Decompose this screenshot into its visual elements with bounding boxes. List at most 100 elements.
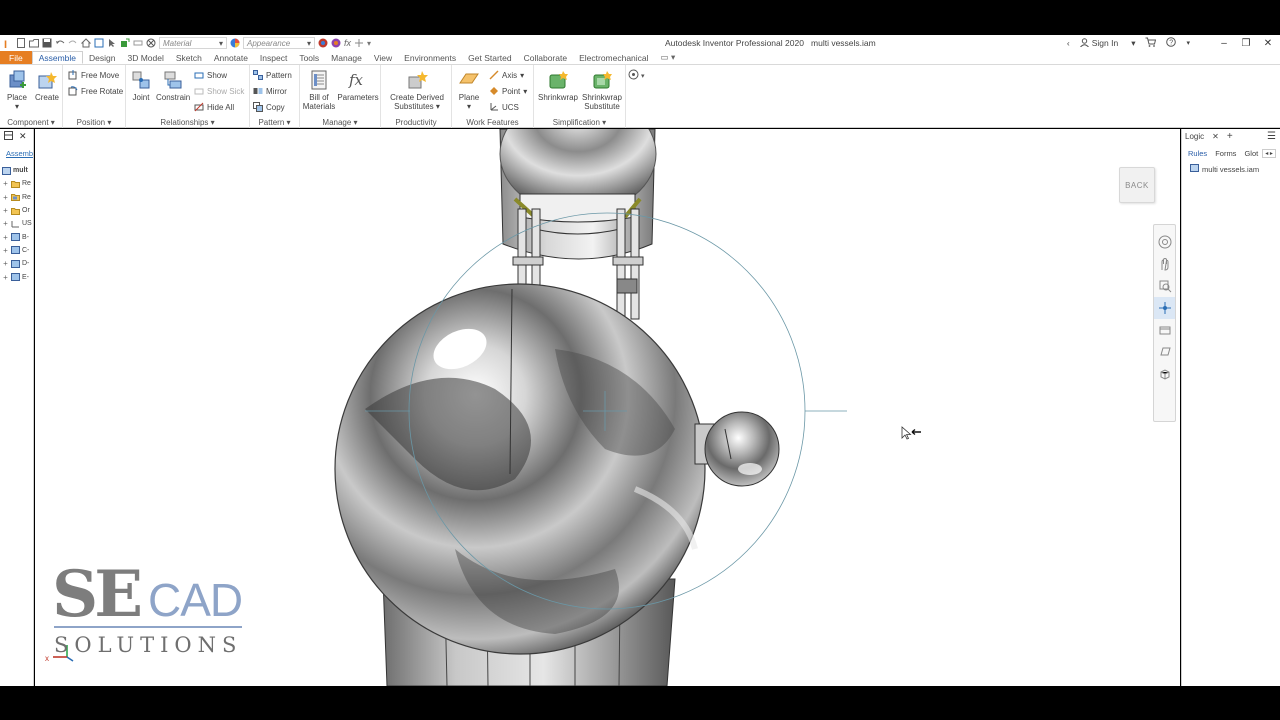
undo-icon[interactable] <box>55 38 65 48</box>
panel-position-title[interactable]: Position ▾ <box>63 118 125 127</box>
close-icon[interactable]: ✕ <box>1262 38 1274 49</box>
material-select[interactable]: Material ▾ <box>159 37 227 49</box>
cart-icon[interactable] <box>1145 37 1157 49</box>
hide-all-button[interactable]: Hide All <box>194 101 234 113</box>
pan-icon[interactable] <box>1154 253 1175 275</box>
expand-icon[interactable]: + <box>2 193 9 202</box>
close-icon[interactable]: ✕ <box>1212 132 1219 141</box>
tab-scroll-arrows-icon[interactable]: ◂ ▸ <box>1262 148 1276 158</box>
tree-node[interactable]: + Re <box>0 191 33 204</box>
minimize-icon[interactable]: – <box>1218 38 1230 49</box>
tab-global[interactable]: Glot <box>1244 149 1258 158</box>
panel-manage-title[interactable]: Manage ▾ <box>300 118 380 127</box>
ilogic-title[interactable]: Logic <box>1185 132 1204 141</box>
adjust-appearance-icon[interactable] <box>318 38 328 48</box>
tab-sketch[interactable]: Sketch <box>170 51 208 64</box>
create-button[interactable]: Create <box>34 69 60 102</box>
update-icon[interactable] <box>120 38 130 48</box>
tab-3d-model[interactable]: 3D Model <box>122 51 170 64</box>
back-button[interactable]: BACK <box>1119 167 1155 203</box>
parameters-fx-icon[interactable]: fx <box>344 38 351 48</box>
expand-icon[interactable]: + <box>2 233 9 242</box>
tab-get-started[interactable]: Get Started <box>462 51 517 64</box>
ilogic-file-node[interactable]: multi vessels.iam <box>1182 164 1280 174</box>
clear-appearance-icon[interactable] <box>331 38 341 48</box>
tree-node[interactable]: + C- <box>0 244 33 257</box>
appearance-select[interactable]: Appearance ▾ <box>243 37 315 49</box>
save-icon[interactable] <box>42 38 52 48</box>
plane-button[interactable]: Plane ▾ <box>455 69 483 111</box>
bill-of-materials-button[interactable]: Bill of Materials <box>302 69 336 111</box>
tree-node[interactable]: + E- <box>0 270 33 283</box>
axis-button[interactable]: Axis ▾ <box>489 69 524 81</box>
browser-menu-icon[interactable] <box>4 130 13 142</box>
tab-view[interactable]: View <box>368 51 398 64</box>
panel-pattern-title[interactable]: Pattern ▾ <box>250 118 299 127</box>
free-rotate-button[interactable]: Free Rotate <box>68 85 123 97</box>
ribbon-options-icon[interactable]: ▭ ▾ <box>655 51 682 64</box>
tree-node[interactable]: + D- <box>0 257 33 270</box>
tab-annotate[interactable]: Annotate <box>208 51 254 64</box>
joint-button[interactable]: Joint <box>128 69 154 102</box>
show-sick-button[interactable]: Show Sick <box>194 85 244 97</box>
zoom-icon[interactable] <box>1154 275 1175 297</box>
free-orbit-icon[interactable] <box>1154 341 1175 363</box>
expand-icon[interactable]: + <box>2 259 9 268</box>
tab-environments[interactable]: Environments <box>398 51 462 64</box>
ucs-button[interactable]: UCS <box>489 101 519 113</box>
place-button[interactable]: Place ▾ <box>4 69 30 111</box>
constrain-button[interactable]: Constrain <box>156 69 190 102</box>
ribbon-extra-button[interactable]: ▾ <box>628 69 645 82</box>
look-at-icon[interactable] <box>1154 319 1175 341</box>
home-icon[interactable] <box>80 38 92 48</box>
select-icon[interactable] <box>107 38 117 48</box>
sign-in[interactable]: Sign In ▾ <box>1079 38 1135 49</box>
point-button[interactable]: Point ▾ <box>489 85 527 97</box>
inventor-logo-icon[interactable]: I <box>3 38 13 51</box>
maximize-icon[interactable]: ❐ <box>1240 38 1252 49</box>
expand-icon[interactable]: + <box>2 219 9 228</box>
tab-tools[interactable]: Tools <box>293 51 325 64</box>
tab-rules[interactable]: Rules <box>1188 149 1207 158</box>
expand-icon[interactable]: + <box>2 246 9 255</box>
show-button[interactable]: Show <box>194 69 227 81</box>
tab-design[interactable]: Design <box>83 51 121 64</box>
tree-node[interactable]: + Or <box>0 204 33 217</box>
help-menu-icon[interactable]: ▾ <box>1186 39 1190 47</box>
expand-icon[interactable]: + <box>2 179 9 188</box>
tree-node[interactable]: + B- <box>0 230 33 243</box>
properties-icon[interactable] <box>94 38 104 48</box>
tree-root[interactable]: mult <box>0 164 33 177</box>
parameters-button[interactable]: fx Parameters <box>337 69 379 102</box>
tab-file[interactable]: File <box>0 51 32 64</box>
qat-more-icon[interactable]: ▾ <box>367 39 371 48</box>
tab-assemble[interactable]: Assemble <box>31 51 84 64</box>
search-arrow-icon[interactable]: ‹ <box>1067 38 1070 48</box>
mirror-button[interactable]: Mirror <box>253 85 287 97</box>
clear-override-icon[interactable] <box>146 38 156 48</box>
orbit-icon[interactable] <box>1154 297 1175 319</box>
redo-icon[interactable] <box>68 38 78 48</box>
new-file-icon[interactable] <box>16 38 26 48</box>
view-cube-icon[interactable] <box>1154 363 1175 385</box>
tab-electromechanical[interactable]: Electromechanical <box>573 51 654 64</box>
measure-icon[interactable] <box>133 38 143 48</box>
panel-menu-icon[interactable]: ☰ <box>1267 131 1280 142</box>
tab-inspect[interactable]: Inspect <box>254 51 293 64</box>
steering-wheel-icon[interactable] <box>1154 231 1175 253</box>
copy-button[interactable]: Copy <box>253 101 285 113</box>
close-icon[interactable]: ✕ <box>19 131 27 142</box>
tree-node[interactable]: + US <box>0 217 33 230</box>
expand-icon[interactable]: + <box>2 206 9 215</box>
tab-collaborate[interactable]: Collaborate <box>518 51 573 64</box>
panel-simplification-title[interactable]: Simplification ▾ <box>534 118 625 127</box>
customize-icon[interactable] <box>354 38 364 48</box>
panel-relationships-title[interactable]: Relationships ▾ <box>126 118 249 127</box>
expand-icon[interactable]: + <box>2 273 9 282</box>
browser-tab-assembly[interactable]: Assembl <box>0 149 33 158</box>
add-tab-icon[interactable]: + <box>1227 131 1233 142</box>
shrinkwrap-substitute-button[interactable]: Shrinkwrap Substitute <box>580 69 624 111</box>
tab-manage[interactable]: Manage <box>325 51 368 64</box>
open-file-icon[interactable] <box>29 38 39 48</box>
free-move-button[interactable]: Free Move <box>68 69 119 81</box>
